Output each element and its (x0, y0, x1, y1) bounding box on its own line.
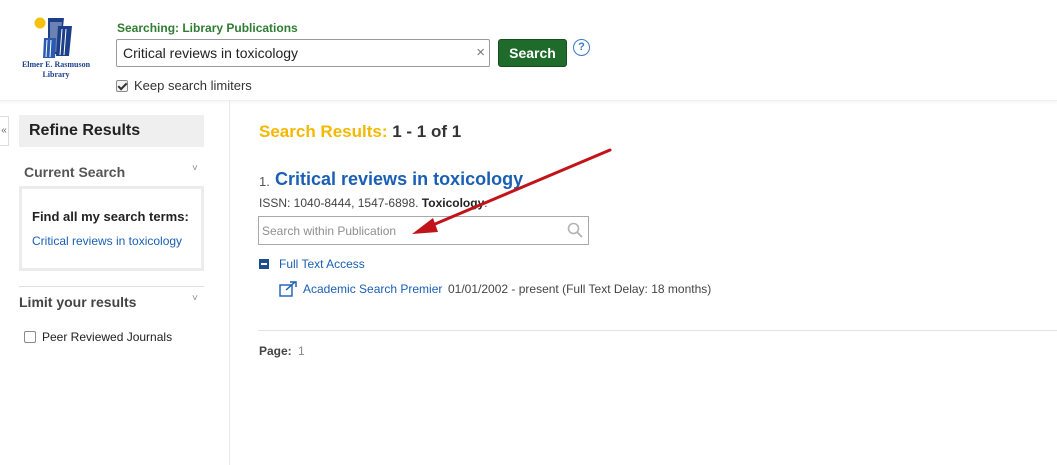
clear-search-icon[interactable]: × (476, 44, 485, 62)
page-number[interactable]: 1 (298, 344, 305, 358)
library-logo[interactable]: Elmer E. Rasmuson Library (14, 14, 98, 84)
search-button[interactable]: Search (498, 39, 567, 67)
chevron-down-icon[interactable]: ˅ (192, 293, 198, 304)
results-heading-label: Search Results: (259, 122, 388, 141)
help-icon[interactable]: ? (573, 39, 590, 56)
search-within-publication-input[interactable] (262, 223, 552, 239)
sidebar-divider (229, 100, 230, 465)
current-search-title[interactable]: Current Search (24, 164, 125, 180)
result-title-link[interactable]: Critical reviews in toxicology (275, 169, 523, 190)
subject-text: Toxicology (421, 196, 485, 210)
chevron-down-icon[interactable]: ˅ (192, 163, 198, 174)
results-divider (258, 330, 1057, 331)
keep-limiters-label[interactable]: Keep search limiters (134, 78, 252, 93)
issn-text: ISSN: 1040-8444, 1547-6898. (259, 196, 419, 210)
external-link-icon[interactable] (279, 281, 297, 297)
collapse-sidebar-icon[interactable]: « (0, 116, 9, 146)
results-count: 1 - 1 of 1 (392, 122, 462, 141)
search-icon[interactable] (567, 222, 583, 238)
find-terms-label: Find all my search terms: (32, 209, 189, 224)
result-number: 1. (259, 174, 270, 189)
pagination: Page: 1 (259, 344, 305, 358)
refine-results-header: Refine Results (19, 115, 204, 147)
peer-reviewed-row: Peer Reviewed Journals (24, 328, 172, 346)
keep-limiters-row: Keep search limiters (116, 77, 252, 93)
logo-line-2: Library (42, 70, 70, 79)
logo-text: Elmer E. Rasmuson Library (14, 60, 98, 80)
collapse-full-text-icon[interactable] (259, 259, 269, 269)
section-divider (19, 286, 204, 287)
full-text-access-toggle[interactable]: Full Text Access (279, 257, 365, 271)
peer-reviewed-checkbox[interactable] (24, 330, 36, 343)
peer-reviewed-label[interactable]: Peer Reviewed Journals (42, 330, 172, 344)
provider-coverage: 01/01/2002 - present (Full Text Delay: 1… (448, 282, 712, 296)
page-label: Page: (259, 344, 292, 358)
results-heading: Search Results: 1 - 1 of 1 (259, 122, 461, 142)
keep-limiters-checkbox[interactable] (116, 79, 128, 92)
result-issn-line: ISSN: 1040-8444, 1547-6898. Toxicology. (259, 196, 488, 210)
search-within-publication-box (258, 216, 589, 245)
search-box: × (116, 39, 490, 67)
search-input[interactable] (123, 44, 463, 62)
provider-link[interactable]: Academic Search Premier (303, 282, 442, 296)
current-search-term-link[interactable]: Critical reviews in toxicology (32, 234, 182, 248)
header-bar: Elmer E. Rasmuson Library Searching: Lib… (0, 0, 1057, 101)
logo-line-1: Elmer E. Rasmuson (21, 60, 91, 69)
issn-suffix: . (484, 196, 488, 210)
current-search-box: Find all my search terms: Critical revie… (19, 186, 204, 271)
library-logo-icon (34, 17, 72, 58)
searching-scope-label: Searching: Library Publications (117, 21, 298, 35)
limit-results-title[interactable]: Limit your results (19, 294, 136, 310)
